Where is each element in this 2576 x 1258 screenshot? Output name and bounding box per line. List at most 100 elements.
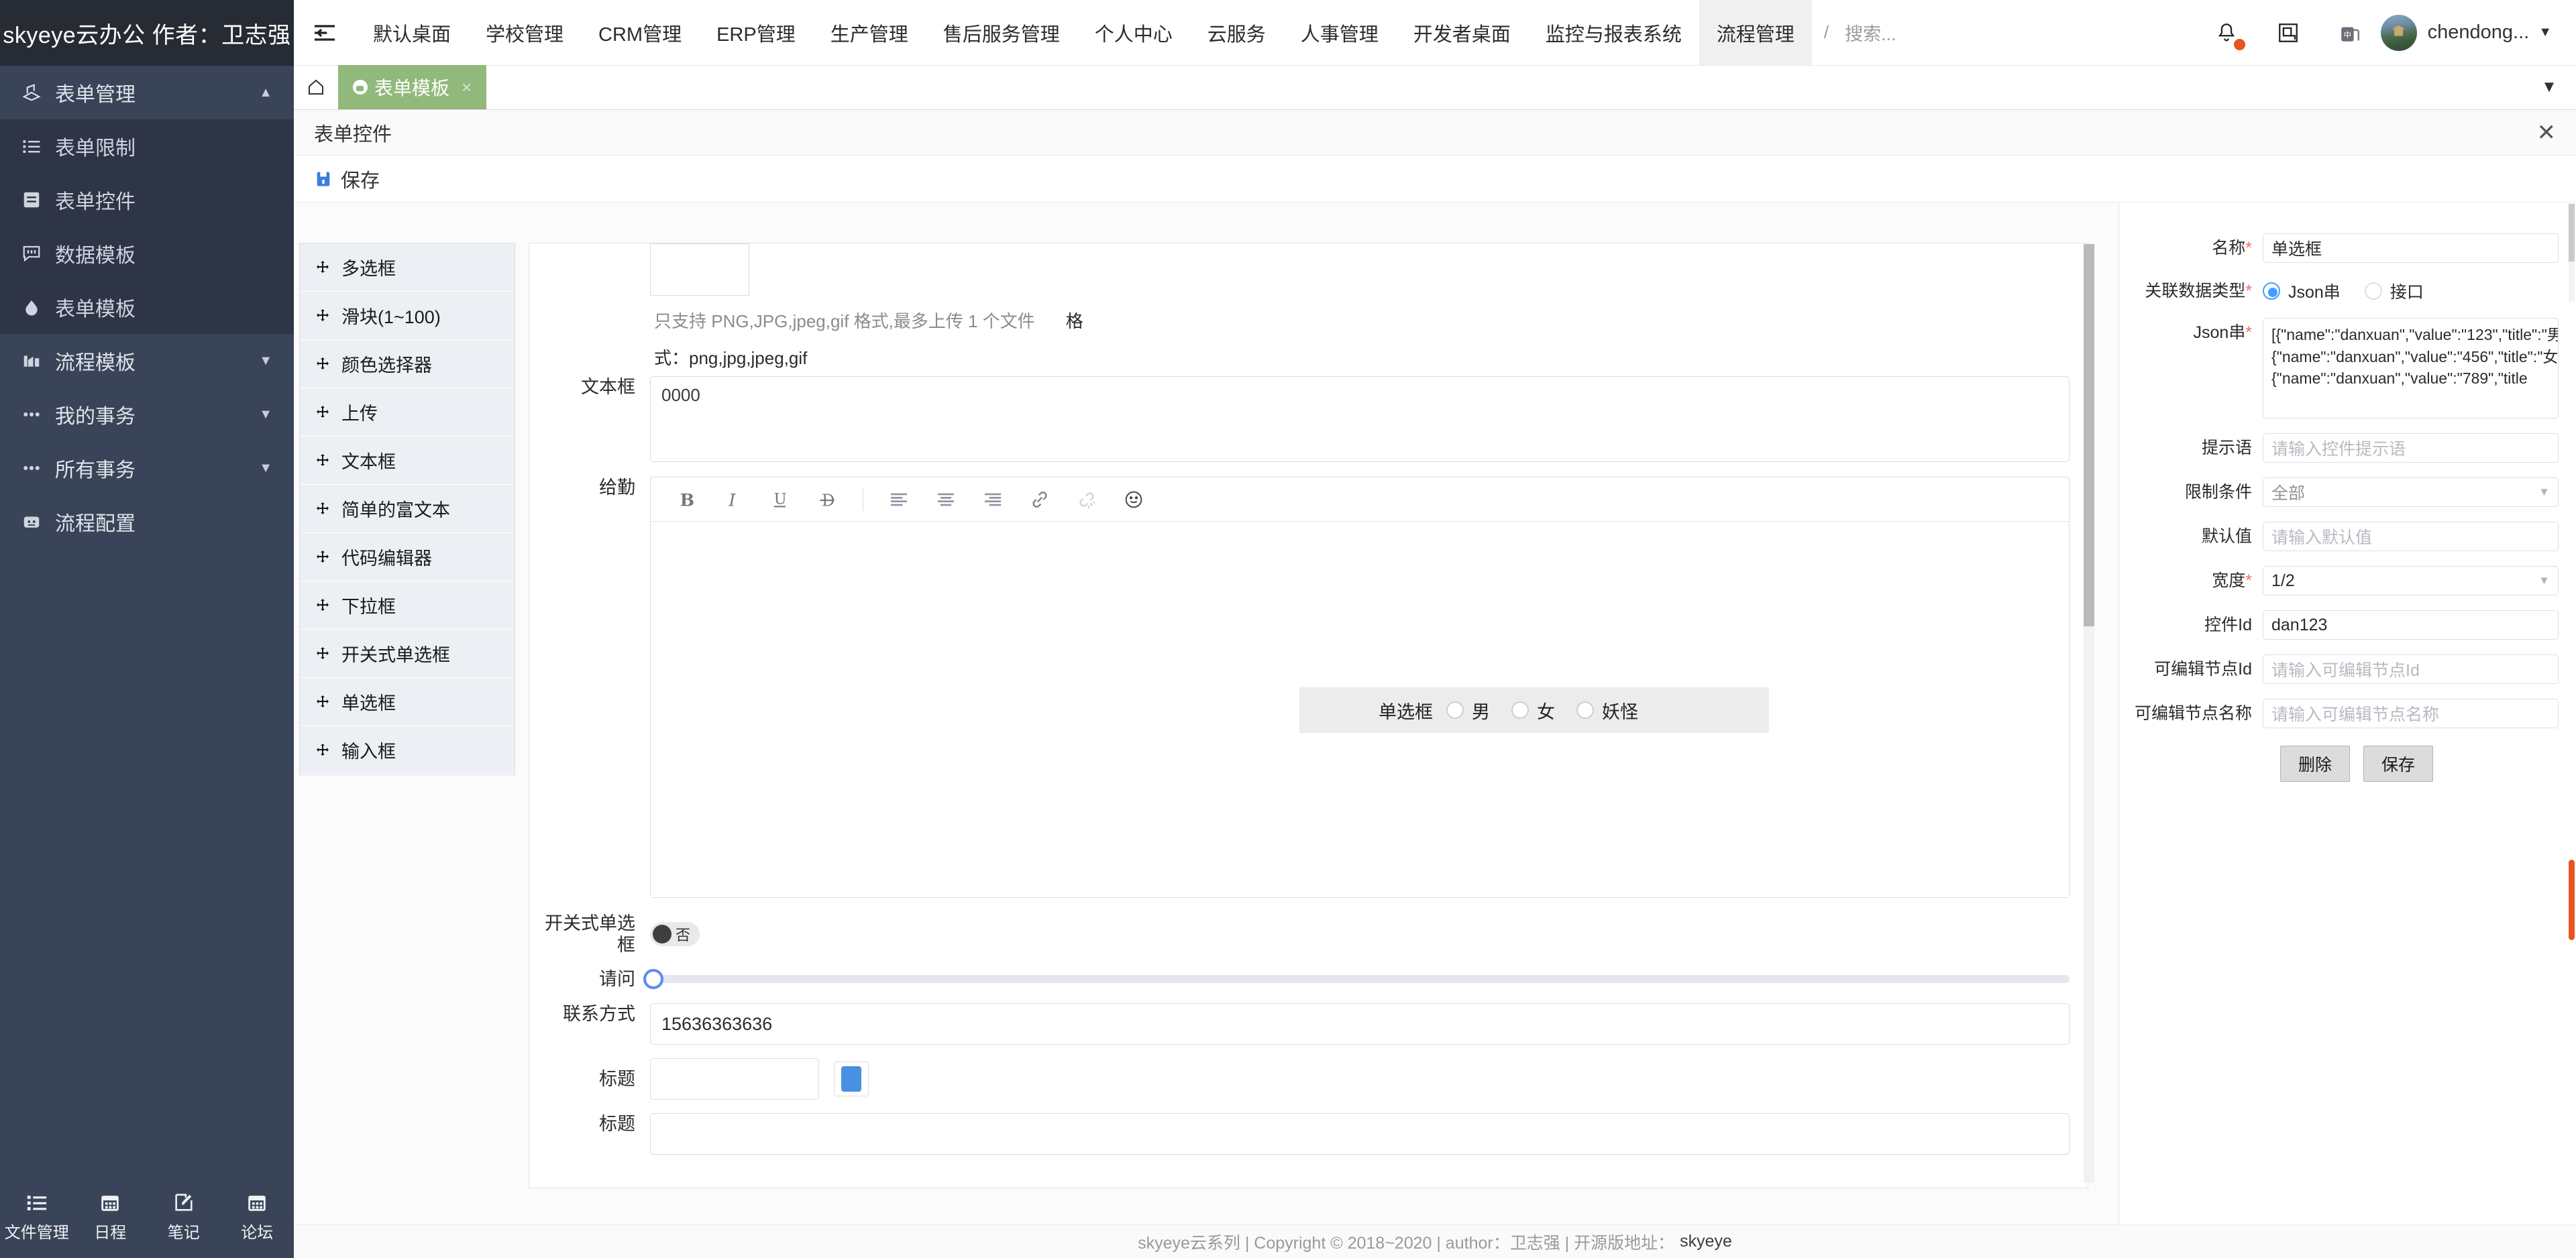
control-id-input[interactable]: dan123: [2263, 610, 2559, 640]
radio-option-label: 女: [1537, 701, 1555, 722]
radio-option-male[interactable]: 男: [1446, 697, 1490, 724]
width-select[interactable]: 1/2 ▼: [2263, 566, 2559, 595]
avatar[interactable]: [2380, 14, 2417, 51]
name-input[interactable]: 单选框: [2263, 233, 2559, 263]
sidebar-item-form-control[interactable]: 表单控件: [0, 173, 294, 227]
search-input[interactable]: 搜索...: [1841, 0, 2062, 65]
palette-item-textarea[interactable]: 文本框: [300, 437, 515, 485]
nav-item-11[interactable]: 流程管理: [1699, 0, 1812, 65]
nav-item-0[interactable]: 默认桌面: [356, 0, 468, 65]
palette-item-code-editor[interactable]: 代码编辑器: [300, 533, 515, 581]
nav-item-9[interactable]: 开发者桌面: [1396, 0, 1528, 65]
language-switch-icon[interactable]: 中: [2319, 21, 2381, 44]
sidebar-group-process-template[interactable]: 流程模板 ▼: [0, 334, 294, 388]
nav-item-10[interactable]: 监控与报表系统: [1528, 0, 1699, 65]
close-icon[interactable]: ×: [462, 77, 472, 98]
palette-item-color-picker[interactable]: 颜色选择器: [300, 340, 515, 388]
palette-item-slider[interactable]: 滑块(1~100): [300, 292, 515, 340]
close-icon[interactable]: ✕: [2537, 119, 2557, 146]
properties-scrollbar-thumb[interactable]: [2569, 860, 2575, 940]
shortcut-calendar[interactable]: 日程: [74, 1191, 148, 1243]
tabstrip-more-icon[interactable]: ▼: [2522, 65, 2576, 109]
palette-item-switch-radio[interactable]: 开关式单选框: [300, 630, 515, 678]
italic-icon[interactable]: I: [710, 477, 757, 522]
home-icon[interactable]: [294, 65, 338, 109]
save-button[interactable]: 保存: [341, 165, 380, 193]
textarea-input[interactable]: 0000: [650, 376, 2070, 462]
palette-item-checkbox[interactable]: 多选框: [300, 243, 515, 292]
sidebar-item-form-template[interactable]: 表单模板: [0, 280, 294, 334]
nav-item-5[interactable]: 售后服务管理: [926, 0, 1077, 65]
nav-item-8[interactable]: 人事管理: [1283, 0, 1396, 65]
palette-item-upload[interactable]: 上传: [300, 388, 515, 437]
shortcut-file-management[interactable]: 文件管理: [0, 1191, 74, 1243]
underline-icon[interactable]: U: [757, 477, 804, 522]
sidebar-group-my-affairs[interactable]: 我的事务 ▼: [0, 388, 294, 441]
fullscreen-icon[interactable]: [2257, 21, 2319, 44]
nav-item-6[interactable]: 个人中心: [1077, 0, 1190, 65]
node-id-input[interactable]: 请输入可编辑节点Id: [2263, 654, 2559, 684]
palette-item-input[interactable]: 输入框: [300, 726, 515, 775]
upload-hint-text: 只支持 PNG,JPG,jpeg,gif 格式,最多上传 1 个文件: [654, 311, 1035, 331]
bold-icon[interactable]: B: [663, 477, 710, 522]
nav-item-2[interactable]: CRM管理: [581, 0, 699, 65]
field-switch-radio: 开关式单选框 否: [529, 913, 2088, 956]
form-management-icon: [21, 82, 55, 103]
node-name-input[interactable]: 请输入可编辑节点名称: [2263, 699, 2559, 728]
radio-option-json[interactable]: Json串: [2263, 279, 2341, 303]
username-label[interactable]: chendong...: [2428, 21, 2530, 44]
save-icon[interactable]: [314, 170, 333, 188]
sidebar-item-form-limit[interactable]: 表单限制: [0, 119, 294, 173]
save-button[interactable]: 保存: [2363, 746, 2434, 782]
sidebar-group-process-config[interactable]: 流程配置: [0, 495, 294, 549]
slider-track[interactable]: [643, 968, 2070, 989]
palette-item-radio[interactable]: 单选框: [300, 678, 515, 726]
upload-drop-area[interactable]: [650, 243, 749, 296]
tab-strip: 表单模板 × ▼: [294, 65, 2576, 110]
title2-input[interactable]: [650, 1113, 2070, 1155]
align-right-icon[interactable]: [969, 477, 1016, 522]
align-center-icon[interactable]: [922, 477, 969, 522]
delete-button[interactable]: 删除: [2280, 746, 2351, 782]
radio-circle-icon: [2263, 282, 2280, 300]
default-input[interactable]: 请输入默认值: [2263, 522, 2559, 551]
phone-input[interactable]: 15636363636: [650, 1003, 2070, 1045]
strikethrough-icon[interactable]: D: [804, 477, 851, 522]
shortcut-notes[interactable]: 笔记: [147, 1191, 221, 1243]
sidebar-group-all-affairs[interactable]: 所有事务 ▼: [0, 441, 294, 495]
flow-icon: [21, 351, 55, 371]
nav-item-1[interactable]: 学校管理: [468, 0, 581, 65]
shortcut-forum[interactable]: 论坛: [221, 1191, 294, 1243]
nav-item-4[interactable]: 生产管理: [813, 0, 926, 65]
footer-link[interactable]: skyeye: [1680, 1232, 1732, 1251]
sidebar-item-data-template[interactable]: 数据模板: [0, 227, 294, 280]
emoji-icon[interactable]: [1110, 477, 1157, 522]
palette-item-dropdown[interactable]: 下拉框: [300, 581, 515, 630]
tab-form-template[interactable]: 表单模板 ×: [338, 65, 487, 109]
radio-option-interface[interactable]: 接口: [2364, 279, 2424, 303]
tip-input[interactable]: 请输入控件提示语: [2263, 433, 2559, 463]
canvas-scrollbar-thumb[interactable]: [2084, 244, 2094, 626]
properties-scrollbar[interactable]: [2567, 203, 2576, 1225]
color-picker-button[interactable]: [834, 1062, 869, 1097]
list-icon: [27, 1195, 46, 1210]
menu-collapse-icon[interactable]: [294, 0, 356, 65]
toggle-switch[interactable]: 否: [650, 922, 700, 947]
json-textarea[interactable]: [{"name":"danxuan","value":"123","title"…: [2263, 318, 2559, 418]
canvas-scrollbar[interactable]: [2084, 244, 2094, 1183]
limit-select[interactable]: 全部 ▼: [2263, 477, 2559, 507]
link-icon[interactable]: [1016, 477, 1063, 522]
color-text-input[interactable]: [650, 1058, 819, 1100]
radio-option-female[interactable]: 女: [1511, 697, 1555, 724]
sidebar-group-form-management[interactable]: 表单管理 ▲: [0, 66, 294, 119]
nav-item-3[interactable]: ERP管理: [699, 0, 813, 65]
notification-bell-icon[interactable]: [2196, 21, 2257, 50]
unlink-icon[interactable]: [1063, 477, 1110, 522]
align-left-icon[interactable]: [875, 477, 922, 522]
field-label: 请问: [599, 968, 635, 989]
radio-option-monster[interactable]: 妖怪: [1576, 697, 1638, 724]
chevron-down-icon[interactable]: ▼: [2538, 25, 2552, 40]
nav-item-7[interactable]: 云服务: [1190, 0, 1283, 65]
slider-handle[interactable]: [643, 968, 663, 989]
palette-item-rich-text[interactable]: 简单的富文本: [300, 485, 515, 533]
